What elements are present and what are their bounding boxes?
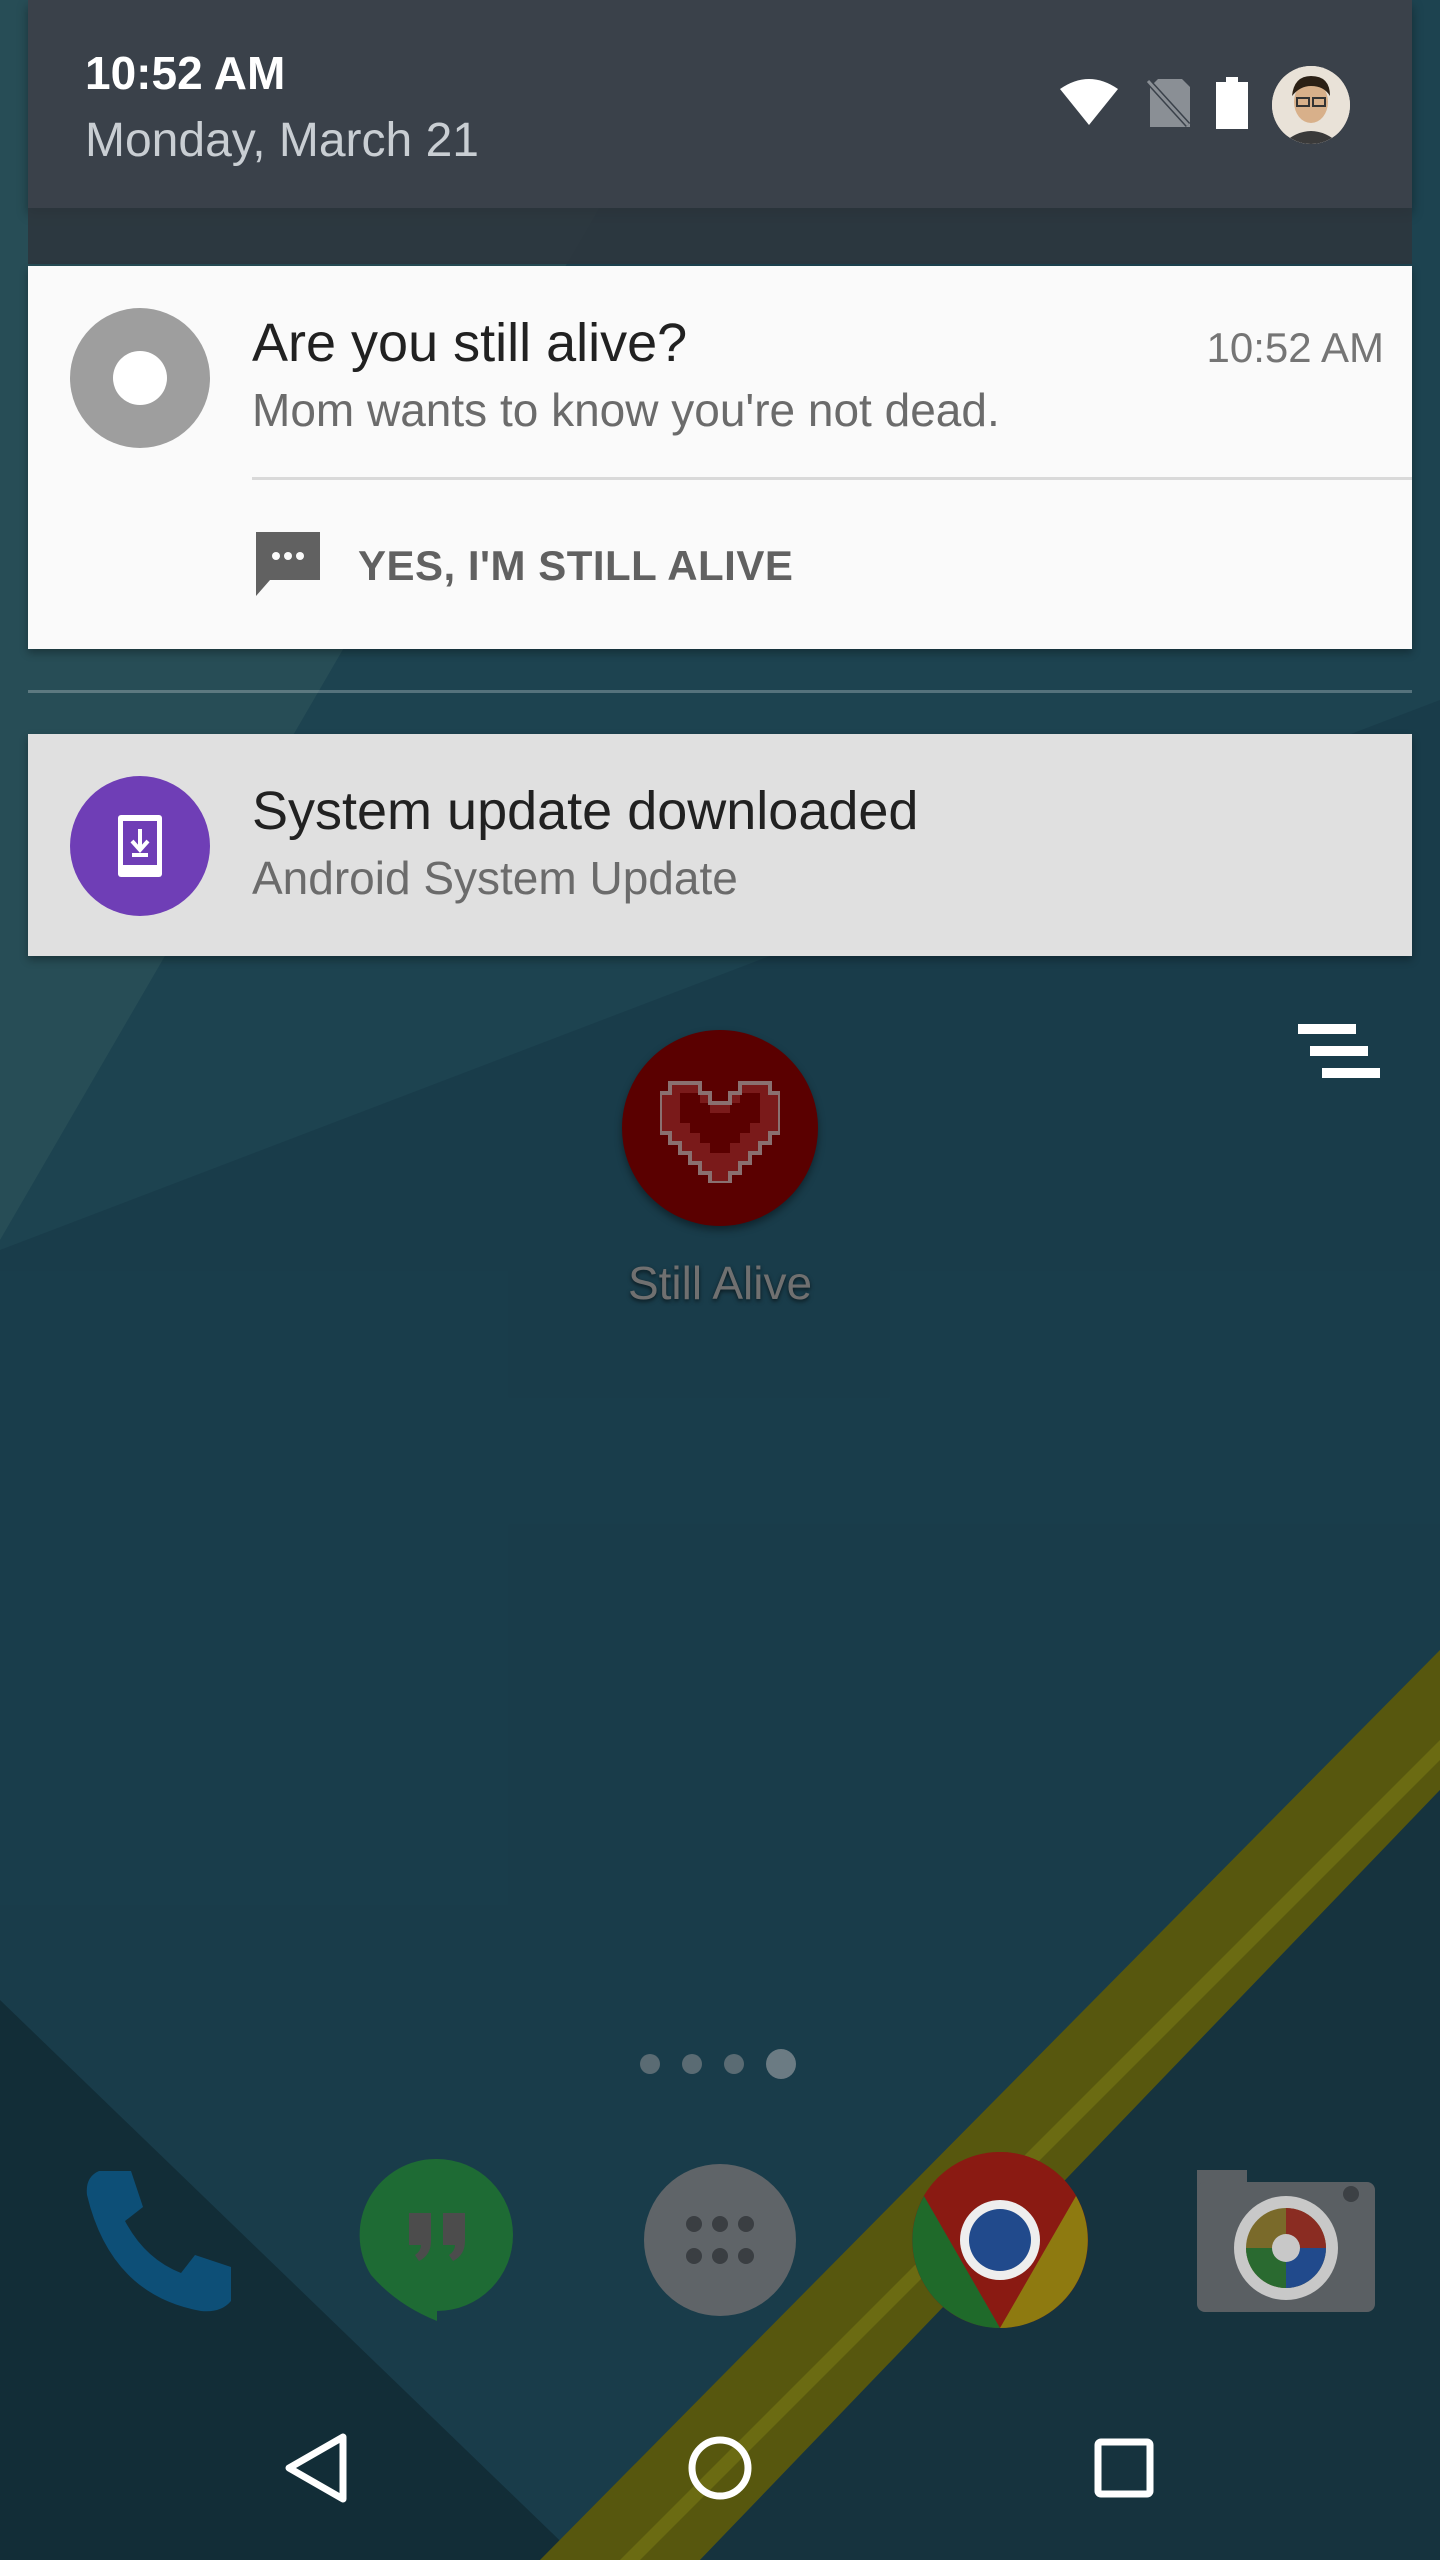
battery-icon: [1216, 76, 1248, 134]
action-label: YES, I'M STILL ALIVE: [358, 542, 794, 589]
home-button[interactable]: [670, 2420, 770, 2520]
notification-title: Are you still alive?: [252, 313, 688, 373]
user-avatar[interactable]: [1272, 66, 1350, 144]
page-indicator: [640, 2046, 818, 2082]
message-icon: [252, 528, 324, 605]
recents-button[interactable]: [1074, 2420, 1174, 2520]
dock: [0, 2140, 1440, 2340]
clear-all-icon: [1296, 1024, 1382, 1094]
no-sim-icon: [1144, 77, 1192, 134]
shade-shelf: [28, 208, 1412, 264]
notification-still-alive[interactable]: Are you still alive? Mom wants to know y…: [28, 266, 1412, 649]
app-label: Still Alive: [627, 1257, 813, 1309]
clock-time: 10:52 AM: [85, 47, 286, 99]
notification-system-update[interactable]: System update downloaded Android System …: [28, 734, 1412, 956]
navigation-bar: [0, 2380, 1440, 2560]
status-icons: [1034, 62, 1350, 148]
notification-title: System update downloaded: [252, 781, 919, 841]
camera-icon[interactable]: [1186, 2140, 1386, 2340]
phone-icon[interactable]: [56, 2140, 256, 2340]
reply-still-alive-button[interactable]: YES, I'M STILL ALIVE: [252, 526, 793, 606]
section-divider: [28, 690, 1412, 693]
wifi-icon: [1058, 78, 1120, 132]
page-dot: [682, 2054, 702, 2074]
still-alive-icon: [70, 308, 210, 448]
page-dot: [724, 2054, 744, 2074]
notification-divider: [252, 477, 1412, 480]
system-update-icon: [70, 776, 210, 916]
back-button[interactable]: [266, 2420, 366, 2520]
app-drawer-icon[interactable]: [620, 2140, 820, 2340]
date-label[interactable]: Monday, March 21: [85, 113, 479, 168]
pixel-heart-icon: [622, 1030, 818, 1226]
notification-time: 10:52 AM: [1206, 324, 1384, 371]
hangouts-icon[interactable]: [337, 2140, 537, 2340]
home-icon: [685, 2433, 755, 2508]
chrome-icon[interactable]: [900, 2140, 1100, 2340]
clear-all-button[interactable]: [1296, 1024, 1382, 1090]
still-alive-shortcut[interactable]: Still Alive: [620, 1030, 820, 1310]
recents-icon: [1093, 2437, 1155, 2504]
quick-status-header[interactable]: 10:52 AM Monday, March 21: [28, 0, 1412, 208]
page-dot: [640, 2054, 660, 2074]
page-dot-active: [766, 2049, 796, 2079]
back-icon: [281, 2431, 351, 2510]
notification-text: Mom wants to know you're not dead.: [252, 384, 1000, 436]
notification-text: Android System Update: [252, 852, 738, 904]
